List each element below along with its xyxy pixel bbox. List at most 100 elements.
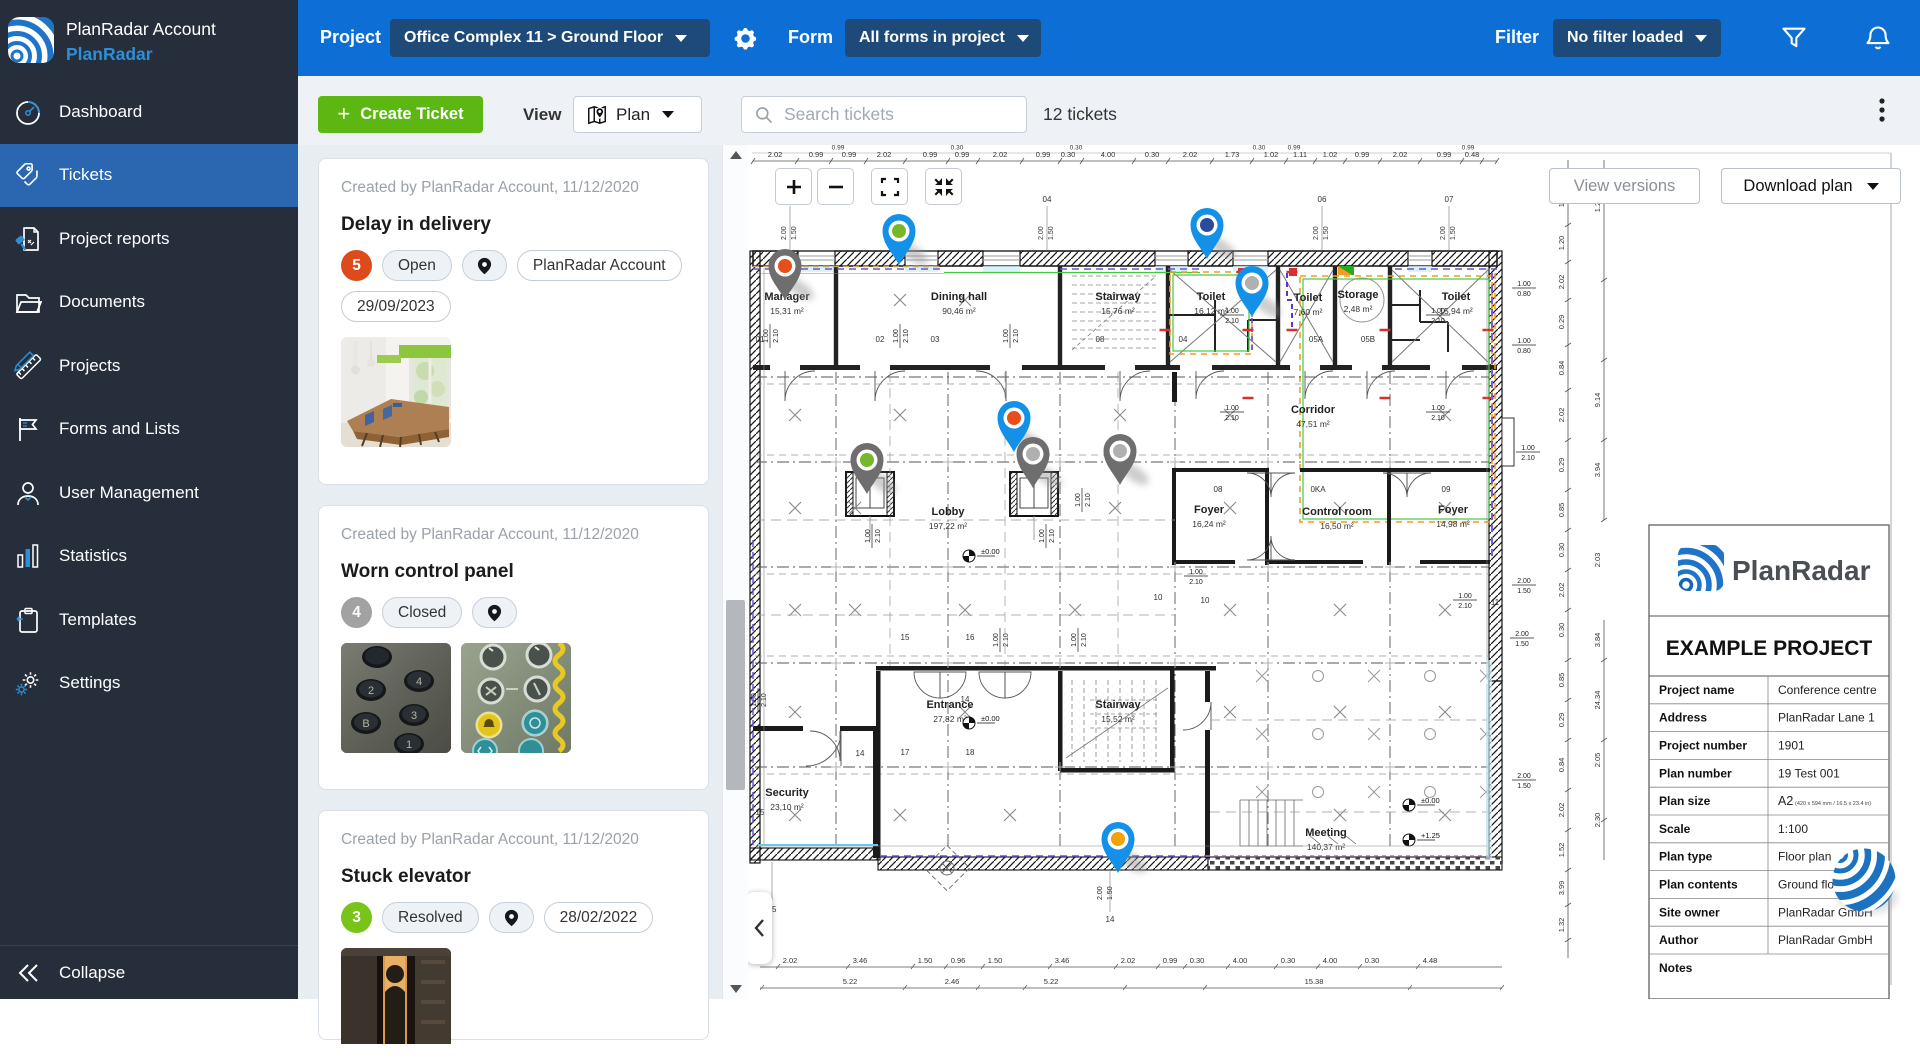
svg-text:Plan contents: Plan contents	[1659, 878, 1738, 892]
svg-text:3.46: 3.46	[853, 956, 868, 965]
svg-text:15: 15	[756, 808, 765, 817]
svg-text:16,24 m²: 16,24 m²	[1192, 519, 1226, 529]
svg-text:0.30: 0.30	[1557, 543, 1566, 558]
svg-text:PlanRadar GmbH: PlanRadar GmbH	[1778, 933, 1873, 947]
svg-text:0.30: 0.30	[1365, 956, 1380, 965]
svg-text:1.00: 1.00	[1517, 338, 1531, 345]
svg-text:11: 11	[1491, 598, 1500, 607]
svg-text:01: 01	[756, 335, 765, 344]
svg-text:06: 06	[1318, 195, 1327, 204]
svg-text:Notes: Notes	[1659, 961, 1693, 975]
svg-text:2.10: 2.10	[1085, 493, 1092, 507]
svg-text:2.10: 2.10	[903, 329, 910, 343]
svg-text:1.50: 1.50	[918, 956, 933, 965]
svg-text:05A: 05A	[1309, 335, 1324, 344]
svg-text:1.00: 1.00	[1039, 529, 1046, 543]
svg-text:3.99: 3.99	[1557, 881, 1566, 896]
svg-text:2.00: 2.00	[781, 226, 788, 240]
svg-text:2.02: 2.02	[1557, 583, 1566, 598]
svg-text:1.00: 1.00	[1458, 593, 1472, 600]
svg-text:02: 02	[876, 335, 885, 344]
svg-text:1.50: 1.50	[1450, 226, 1457, 240]
svg-text:16,50 m²: 16,50 m²	[1320, 521, 1354, 531]
svg-text:19 Test 001: 19 Test 001	[1778, 766, 1840, 780]
svg-text:Plan number: Plan number	[1659, 766, 1732, 780]
svg-text:1.50: 1.50	[988, 956, 1003, 965]
svg-text:3: 3	[411, 710, 417, 722]
svg-text:4.48: 4.48	[1423, 956, 1438, 965]
svg-text:2.00: 2.00	[1517, 773, 1531, 780]
svg-text:Corridor: Corridor	[1291, 404, 1336, 416]
svg-text:Plan size: Plan size	[1659, 794, 1711, 808]
svg-text:0.30: 0.30	[1253, 145, 1266, 152]
svg-text:4.00: 4.00	[1101, 150, 1116, 159]
svg-text:1.50: 1.50	[1107, 886, 1114, 900]
svg-text:A2: A2	[1778, 794, 1793, 808]
svg-text:0.85: 0.85	[1557, 673, 1566, 688]
svg-text:0.84: 0.84	[1557, 361, 1566, 376]
svg-text:0.30: 0.30	[1557, 623, 1566, 638]
svg-text:EXAMPLE PROJECT: EXAMPLE PROJECT	[1666, 637, 1873, 660]
svg-text:B: B	[362, 718, 369, 730]
svg-text:2.10: 2.10	[1225, 318, 1239, 325]
svg-text:Site owner: Site owner	[1659, 905, 1720, 919]
svg-text:Toilet: Toilet	[1442, 291, 1471, 303]
svg-text:4: 4	[416, 676, 422, 688]
svg-text:2.00: 2.00	[1517, 578, 1531, 585]
svg-text:Stairway: Stairway	[1095, 291, 1141, 303]
svg-text:2.30: 2.30	[1593, 813, 1602, 828]
svg-text:2.02: 2.02	[993, 150, 1008, 159]
svg-text:1: 1	[406, 739, 412, 751]
svg-text:0.30: 0.30	[1190, 956, 1205, 965]
svg-text:Foyer: Foyer	[1438, 504, 1469, 516]
svg-text:2.02: 2.02	[1557, 275, 1566, 290]
svg-text:2.10: 2.10	[1458, 603, 1472, 610]
svg-text:2.46: 2.46	[945, 977, 960, 986]
svg-text:1.02: 1.02	[1264, 150, 1279, 159]
svg-text:1.00: 1.00	[1225, 405, 1239, 412]
svg-text:2.03: 2.03	[1593, 553, 1602, 568]
svg-text:0.29: 0.29	[1557, 315, 1566, 330]
svg-text:0.85: 0.85	[1557, 503, 1566, 518]
svg-text:18: 18	[966, 748, 975, 757]
svg-text:Lobby: Lobby	[932, 506, 966, 518]
svg-text:Meeting: Meeting	[1305, 827, 1347, 839]
svg-text:1.73: 1.73	[1225, 150, 1240, 159]
svg-text:0.99: 0.99	[923, 150, 938, 159]
svg-text:08: 08	[1096, 335, 1105, 344]
svg-text:14: 14	[961, 695, 970, 704]
svg-text:0.99: 0.99	[809, 150, 824, 159]
svg-text:3.94: 3.94	[1593, 463, 1602, 478]
svg-text:1.00: 1.00	[1189, 569, 1203, 576]
svg-text:2.10: 2.10	[1521, 455, 1535, 462]
svg-text:4.00: 4.00	[1233, 956, 1248, 965]
svg-text:Storage: Storage	[1338, 289, 1379, 301]
svg-text:03: 03	[931, 335, 940, 344]
svg-text:2.02: 2.02	[1557, 803, 1566, 818]
svg-text:1.00: 1.00	[993, 633, 1000, 647]
svg-text:0.80: 0.80	[1517, 291, 1531, 298]
svg-text:1.50: 1.50	[791, 226, 798, 240]
svg-text:1.50: 1.50	[1517, 588, 1531, 595]
svg-text:17: 17	[901, 748, 910, 757]
svg-text:0.99: 0.99	[1163, 956, 1178, 965]
svg-text:2.02: 2.02	[1393, 150, 1408, 159]
svg-text:2.10: 2.10	[1431, 415, 1445, 422]
svg-text:1.52: 1.52	[1557, 843, 1566, 858]
svg-text:0.29: 0.29	[1557, 458, 1566, 473]
svg-text:+1.25: +1.25	[1421, 831, 1440, 840]
svg-text:0.96: 0.96	[951, 956, 966, 965]
svg-text:Scale: Scale	[1659, 822, 1691, 836]
svg-text:Address: Address	[1659, 711, 1707, 725]
svg-text:90,46 m²: 90,46 m²	[942, 306, 976, 316]
svg-text:Conference centre: Conference centre	[1778, 683, 1877, 697]
svg-text:1.02: 1.02	[1323, 150, 1338, 159]
svg-text:2.10: 2.10	[875, 529, 882, 543]
svg-text:2.00: 2.00	[1313, 226, 1320, 240]
svg-text:27,82 m²: 27,82 m²	[933, 714, 967, 724]
svg-text:±0.00: ±0.00	[981, 714, 1000, 723]
svg-text:2,48 m²: 2,48 m²	[1344, 304, 1373, 314]
svg-text:1.50: 1.50	[1515, 641, 1529, 648]
svg-text:197,22 m²: 197,22 m²	[929, 521, 967, 531]
svg-text:2.10: 2.10	[761, 693, 768, 707]
